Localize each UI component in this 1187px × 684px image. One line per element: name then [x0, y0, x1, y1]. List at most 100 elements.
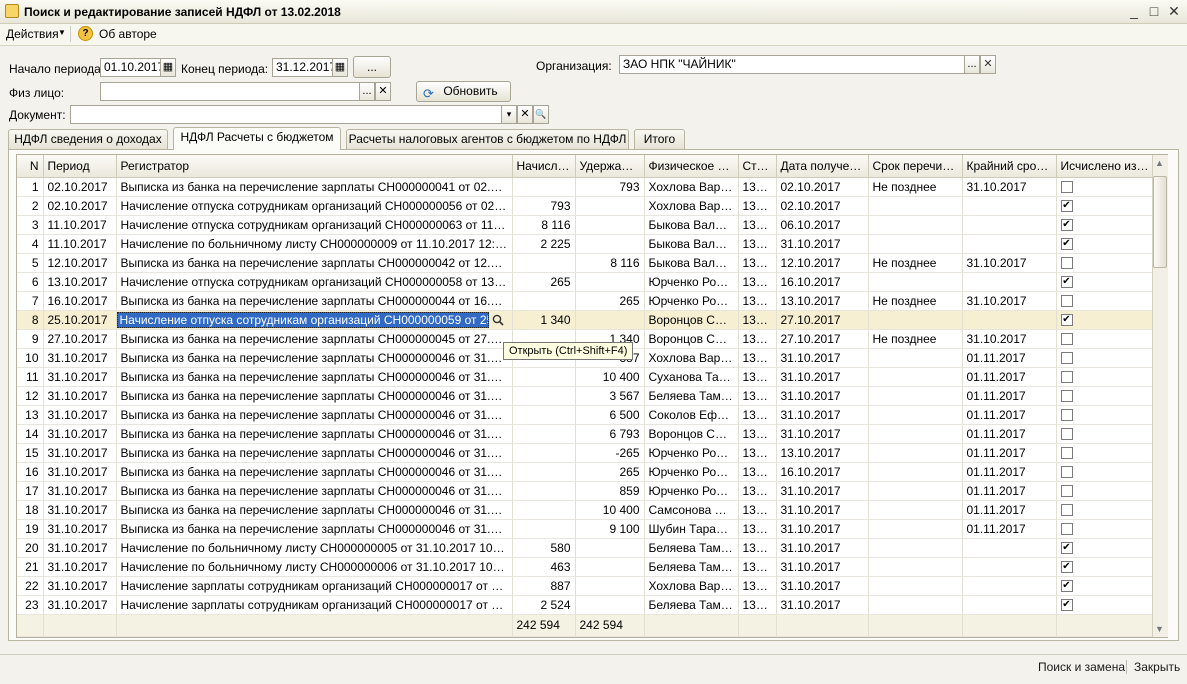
- cell-n[interactable]: 7: [17, 291, 44, 311]
- cell-person[interactable]: Быкова Вален...: [644, 215, 739, 235]
- cell-transfer-term[interactable]: Не позднее: [868, 177, 963, 197]
- cell-deadline[interactable]: [962, 215, 1057, 235]
- cell-accrued[interactable]: 8 116: [512, 215, 576, 235]
- cell-accrued[interactable]: 2 524: [512, 595, 576, 615]
- person-select-button[interactable]: ...: [359, 82, 375, 101]
- calculated-checkbox[interactable]: ✔: [1060, 200, 1073, 213]
- cell-rate[interactable]: 13%...: [738, 272, 777, 292]
- table-row[interactable]: 16 31.10.2017 Выписка из банка на перечисл…: [17, 462, 1154, 482]
- cell-deadline[interactable]: [962, 272, 1057, 292]
- document-dropdown-icon[interactable]: ▾: [501, 105, 517, 124]
- cell-receipt-date[interactable]: 31.10.2017: [776, 386, 869, 406]
- cell-rate[interactable]: 13%...: [738, 367, 777, 387]
- cell-transfer-term[interactable]: [868, 538, 963, 558]
- cell-n[interactable]: 21: [17, 557, 44, 577]
- cell-rate[interactable]: 13%...: [738, 310, 777, 330]
- cell-rate[interactable]: 13%...: [738, 253, 777, 273]
- cell-person[interactable]: Юрченко Рост...: [644, 291, 739, 311]
- cell-period[interactable]: 02.10.2017: [43, 196, 117, 216]
- table-row[interactable]: 13 31.10.2017 Выписка из банка на перечисл…: [17, 405, 1154, 425]
- cell-period[interactable]: 11.10.2017: [43, 234, 117, 254]
- cell-receipt-date[interactable]: 27.10.2017: [776, 329, 869, 349]
- organization-select-button[interactable]: ...: [964, 55, 980, 74]
- cell-calculated[interactable]: [1056, 386, 1154, 406]
- calculated-checkbox[interactable]: [1060, 390, 1073, 403]
- cell-transfer-term[interactable]: [868, 386, 963, 406]
- col-header-calculated[interactable]: Исчислено из ...: [1056, 155, 1154, 178]
- cell-registrar[interactable]: Выписка из банка на перечисление зарплат…: [116, 462, 513, 482]
- cell-deadline[interactable]: 31.10.2017: [962, 253, 1057, 273]
- cell-rate[interactable]: 13%...: [738, 177, 777, 197]
- cell-withheld[interactable]: [575, 576, 645, 596]
- table-row[interactable]: 1 02.10.2017 Выписка из банка на перечисле…: [17, 177, 1154, 197]
- cell-calculated[interactable]: [1056, 253, 1154, 273]
- help-icon[interactable]: ?: [78, 26, 93, 41]
- col-header-accrued[interactable]: Начисле...: [512, 155, 576, 178]
- cell-rate[interactable]: 13%...: [738, 215, 777, 235]
- calculated-checkbox[interactable]: [1060, 428, 1073, 441]
- cell-registrar[interactable]: Начисление отпуска сотрудникам организац…: [116, 272, 513, 292]
- cell-withheld[interactable]: [575, 234, 645, 254]
- cell-transfer-term[interactable]: [868, 405, 963, 425]
- maximize-icon[interactable]: □: [1144, 2, 1164, 20]
- cell-calculated[interactable]: [1056, 405, 1154, 425]
- cell-calculated[interactable]: [1056, 367, 1154, 387]
- cell-period[interactable]: 02.10.2017: [43, 177, 117, 197]
- cell-period[interactable]: 31.10.2017: [43, 500, 117, 520]
- cell-receipt-date[interactable]: 31.10.2017: [776, 481, 869, 501]
- cell-n[interactable]: 11: [17, 367, 44, 387]
- cell-receipt-date[interactable]: 31.10.2017: [776, 424, 869, 444]
- cell-registrar[interactable]: Выписка из банка на перечисление зарплат…: [116, 519, 513, 539]
- cell-withheld[interactable]: 6 793: [575, 424, 645, 444]
- cell-receipt-date[interactable]: 31.10.2017: [776, 519, 869, 539]
- cell-transfer-term[interactable]: Не позднее: [868, 291, 963, 311]
- cell-registrar[interactable]: Выписка из банка на перечисление зарплат…: [116, 367, 513, 387]
- cell-person[interactable]: Воронцов Сем...: [644, 424, 739, 444]
- cell-deadline[interactable]: 31.10.2017: [962, 291, 1057, 311]
- cell-rate[interactable]: 13%...: [738, 424, 777, 444]
- cell-registrar[interactable]: Выписка из банка на перечисление зарплат…: [116, 386, 513, 406]
- cell-receipt-date[interactable]: 31.10.2017: [776, 405, 869, 425]
- cell-transfer-term[interactable]: [868, 424, 963, 444]
- cell-deadline[interactable]: [962, 538, 1057, 558]
- cell-withheld[interactable]: 9 100: [575, 519, 645, 539]
- cell-calculated[interactable]: [1056, 462, 1154, 482]
- cell-calculated[interactable]: ✔: [1056, 215, 1154, 235]
- scroll-down-icon[interactable]: ▼: [1155, 624, 1164, 634]
- cell-rate[interactable]: 13%...: [738, 519, 777, 539]
- cell-n[interactable]: 23: [17, 595, 44, 615]
- cell-n[interactable]: 12: [17, 386, 44, 406]
- cell-person[interactable]: Беляева Тама...: [644, 595, 739, 615]
- cell-person[interactable]: Беляева Тама...: [644, 386, 739, 406]
- cell-receipt-date[interactable]: 06.10.2017: [776, 215, 869, 235]
- calculated-checkbox[interactable]: ✔: [1060, 542, 1073, 555]
- search-replace-link[interactable]: Поиск и замена: [1038, 660, 1125, 674]
- cell-calculated[interactable]: ✔: [1056, 557, 1154, 577]
- cell-calculated[interactable]: ✔: [1056, 538, 1154, 558]
- cell-n[interactable]: 10: [17, 348, 44, 368]
- cell-transfer-term[interactable]: [868, 348, 963, 368]
- cell-withheld[interactable]: -265: [575, 443, 645, 463]
- open-search-icon[interactable]: [491, 313, 505, 327]
- period-select-button[interactable]: ...: [353, 56, 391, 78]
- calculated-checkbox[interactable]: [1060, 181, 1073, 194]
- cell-registrar[interactable]: Выписка из банка на перечисление зарплат…: [116, 329, 513, 349]
- cell-withheld[interactable]: 10 400: [575, 500, 645, 520]
- cell-accrued[interactable]: [512, 367, 576, 387]
- cell-receipt-date[interactable]: 27.10.2017: [776, 310, 869, 330]
- cell-transfer-term[interactable]: [868, 557, 963, 577]
- table-row[interactable]: 3 11.10.2017 Начисление отпуска сотрудника…: [17, 215, 1154, 235]
- cell-accrued[interactable]: [512, 291, 576, 311]
- cell-calculated[interactable]: [1056, 443, 1154, 463]
- cell-withheld[interactable]: [575, 595, 645, 615]
- cell-accrued[interactable]: [512, 405, 576, 425]
- cell-registrar[interactable]: Начисление зарплаты сотрудникам организа…: [116, 576, 513, 596]
- cell-period[interactable]: 31.10.2017: [43, 557, 117, 577]
- close-icon[interactable]: ✕: [1164, 2, 1184, 20]
- refresh-button[interactable]: ⟳ Обновить: [416, 81, 511, 102]
- cell-calculated[interactable]: ✔: [1056, 272, 1154, 292]
- table-row[interactable]: 15 31.10.2017 Выписка из банка на перечисл…: [17, 443, 1154, 463]
- cell-withheld[interactable]: [575, 310, 645, 330]
- cell-rate[interactable]: 13%...: [738, 405, 777, 425]
- calculated-checkbox[interactable]: [1060, 504, 1073, 517]
